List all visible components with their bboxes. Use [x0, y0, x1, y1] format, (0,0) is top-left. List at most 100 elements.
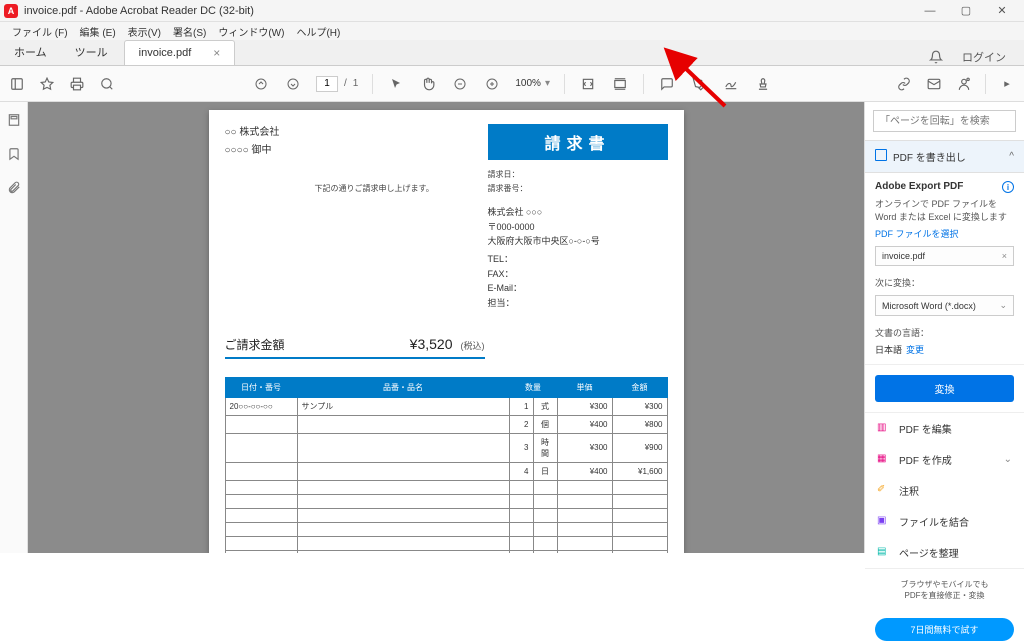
table-row: 4日¥400¥1,600 — [225, 462, 667, 480]
invoice-title: 請求書 — [488, 124, 668, 160]
table-row — [225, 494, 667, 508]
comment-icon[interactable] — [658, 75, 676, 93]
tool-edit-pdf[interactable]: ▥PDF を編集 — [865, 413, 1024, 444]
tools-search-input[interactable] — [873, 110, 1016, 132]
from-company: 株式会社 ○○○ — [488, 205, 668, 219]
toolbar: / 1 100%▾ ▸ — [0, 66, 1024, 102]
from-addr: 大阪府大阪市中央区○-○-○号 — [488, 234, 668, 248]
tab-home[interactable]: ホーム — [0, 39, 61, 65]
invoice-to-company: ○○ 株式会社 — [225, 124, 434, 142]
minimize-button[interactable]: — — [912, 0, 948, 22]
convert-to-label: 次に変換： — [875, 276, 1014, 289]
page-input[interactable] — [316, 76, 338, 92]
tool-combine[interactable]: ▣ファイルを結合 — [865, 506, 1024, 537]
person-label: 担当： — [488, 296, 668, 310]
from-zip: 〒000-0000 — [488, 220, 668, 234]
tool-comment[interactable]: ✐注釈 — [865, 475, 1024, 506]
export-description: オンラインで PDF ファイルを Word または Excel に変換します — [875, 198, 1014, 223]
menu-help[interactable]: ヘルプ(H) — [290, 22, 346, 41]
zoom-out-icon[interactable] — [451, 75, 469, 93]
change-lang-link[interactable]: 変更 — [906, 345, 924, 355]
select-file-link[interactable]: PDF ファイルを選択 — [875, 227, 1014, 240]
table-row — [225, 508, 667, 522]
tab-close-icon[interactable]: × — [213, 46, 220, 60]
collapse-panel-icon[interactable]: ▸ — [998, 75, 1016, 93]
titlebar: A invoice.pdf - Adobe Acrobat Reader DC … — [0, 0, 1024, 22]
combine-icon: ▣ — [877, 515, 891, 529]
close-button[interactable]: ✕ — [984, 0, 1020, 22]
tool-create-pdf[interactable]: ▦PDF を作成⌄ — [865, 444, 1024, 475]
document-viewport[interactable]: ○○ 株式会社 ○○○○ 御中 下記の通りご請求申し上げます。 請求書 請求日：… — [28, 102, 864, 553]
chevron-down-icon: ⌄ — [1004, 454, 1012, 465]
highlight-icon[interactable] — [690, 75, 708, 93]
info-icon[interactable]: i — [1002, 181, 1014, 193]
bookmark-icon[interactable] — [6, 146, 22, 162]
menubar: ファイル (F) 編集 (E) 表示(V) 署名(S) ウィンドウ(W) ヘルプ… — [0, 22, 1024, 40]
table-row — [225, 480, 667, 494]
page-up-icon[interactable] — [252, 75, 270, 93]
invoice-to-dept: ○○○○ 御中 — [225, 142, 434, 160]
clear-file-icon[interactable]: × — [1002, 251, 1007, 261]
menu-sign[interactable]: 署名(S) — [167, 22, 212, 41]
zoom-in-icon[interactable] — [483, 75, 501, 93]
left-sidebar — [0, 102, 28, 553]
chevron-down-icon: ⌄ — [999, 300, 1007, 311]
table-row — [225, 536, 667, 550]
mail-icon[interactable] — [925, 75, 943, 93]
adobe-export-title: Adobe Export PDF — [875, 181, 963, 192]
tab-tools[interactable]: ツール — [61, 39, 122, 65]
star-icon[interactable] — [38, 75, 56, 93]
sidebar-toggle-icon[interactable] — [8, 75, 26, 93]
invoice-amount: ご請求金額 ¥3,520 (税込) — [225, 336, 485, 359]
invoice-table: 日付・番号 品番・品名 数量 単価 金額 20○○-○○-○○サンプル1式¥30… — [225, 377, 668, 553]
search-icon[interactable] — [98, 75, 116, 93]
create-pdf-icon: ▦ — [877, 453, 891, 467]
share-people-icon[interactable] — [955, 75, 973, 93]
menu-edit[interactable]: 編集 (E) — [74, 22, 122, 41]
invoice-note: 下記の通りご請求申し上げます。 — [315, 182, 434, 196]
pdf-page: ○○ 株式会社 ○○○○ 御中 下記の通りご請求申し上げます。 請求書 請求日：… — [209, 110, 684, 553]
login-link[interactable]: ログイン — [958, 49, 1010, 65]
edit-pdf-icon: ▥ — [877, 422, 891, 436]
menu-file[interactable]: ファイル (F) — [6, 22, 74, 41]
lang-label: 文書の言語： — [875, 326, 1014, 339]
window-title: invoice.pdf - Adobe Acrobat Reader DC (3… — [24, 5, 912, 17]
share-link-icon[interactable] — [895, 75, 913, 93]
menu-view[interactable]: 表示(V) — [122, 22, 167, 41]
maximize-button[interactable]: ▢ — [948, 0, 984, 22]
export-pdf-icon — [875, 149, 887, 164]
panel-footer: ブラウザやモバイルでも PDFを直接修正・変換 — [865, 568, 1024, 611]
table-row: 3時間¥300¥900 — [225, 433, 667, 462]
page-down-icon[interactable] — [284, 75, 302, 93]
attachment-icon[interactable] — [6, 180, 22, 196]
comment-tool-icon: ✐ — [877, 484, 891, 498]
table-row: 20○○-○○-○○サンプル1式¥300¥300 — [225, 397, 667, 415]
fax-label: FAX： — [488, 267, 668, 281]
thumbnails-icon[interactable] — [6, 112, 22, 128]
sign-icon[interactable] — [722, 75, 740, 93]
pointer-icon[interactable] — [387, 75, 405, 93]
tabbar: ホーム ツール invoice.pdf × ログイン — [0, 40, 1024, 66]
page-indicator: / 1 — [316, 76, 358, 92]
format-select[interactable]: Microsoft Word (*.docx) ⌄ — [875, 295, 1014, 316]
export-pdf-section[interactable]: PDF を書き出し ^ — [865, 140, 1024, 173]
app-logo-icon: A — [4, 4, 18, 18]
hand-icon[interactable] — [419, 75, 437, 93]
tab-document-label: invoice.pdf — [139, 47, 192, 59]
print-icon[interactable] — [68, 75, 86, 93]
zoom-select[interactable]: 100%▾ — [515, 78, 550, 89]
stamp-icon[interactable] — [754, 75, 772, 93]
table-row — [225, 522, 667, 536]
current-file-select[interactable]: invoice.pdf × — [875, 246, 1014, 266]
invoice-date-label: 請求日： — [488, 168, 668, 182]
tab-document[interactable]: invoice.pdf × — [124, 40, 236, 65]
fit-page-icon[interactable] — [611, 75, 629, 93]
bell-icon[interactable] — [928, 49, 944, 65]
page-total: 1 — [353, 78, 359, 89]
right-panel: PDF を書き出し ^ Adobe Export PDF i オンラインで PDF… — [864, 102, 1024, 553]
trial-button[interactable]: 7日間無料で試す — [875, 618, 1014, 641]
tel-label: TEL： — [488, 252, 668, 266]
convert-button[interactable]: 変換 — [875, 375, 1014, 402]
menu-window[interactable]: ウィンドウ(W) — [212, 22, 290, 41]
fit-width-icon[interactable] — [579, 75, 597, 93]
